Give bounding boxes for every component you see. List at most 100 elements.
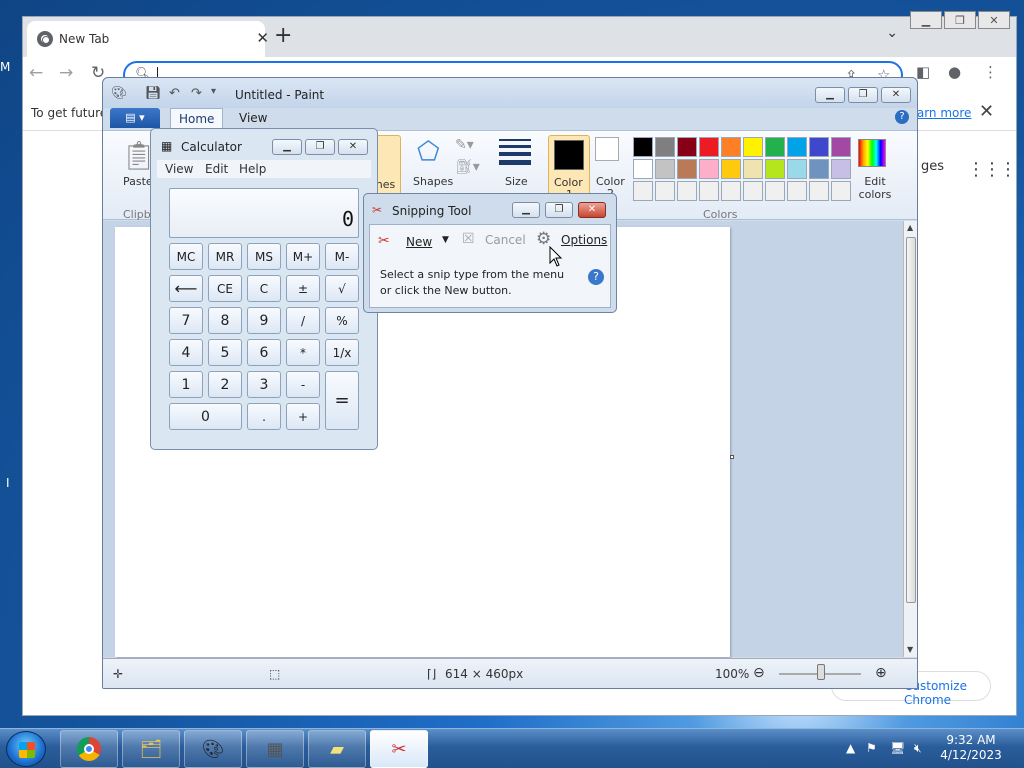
canvas-resize-handle[interactable] bbox=[730, 455, 734, 459]
calc-btn-decimal[interactable]: . bbox=[247, 403, 281, 430]
taskbar-paint-button[interactable]: 🎨︎ bbox=[184, 730, 242, 768]
back-arrow-icon[interactable]: ← bbox=[29, 63, 43, 83]
save-icon[interactable]: 💾︎ bbox=[145, 86, 162, 101]
taskbar-explorer-button[interactable]: 🗂︎ bbox=[122, 730, 180, 768]
paste-button[interactable]: Paste bbox=[123, 175, 153, 188]
palette-swatch[interactable] bbox=[831, 159, 851, 179]
new-tab-button[interactable]: + bbox=[274, 23, 292, 48]
fill-icon[interactable]: ⛽︎▾ bbox=[455, 159, 480, 175]
calc-close-icon[interactable]: ✕ bbox=[338, 139, 368, 155]
calc-btn-4[interactable]: 4 bbox=[169, 339, 203, 366]
palette-swatch[interactable] bbox=[633, 181, 653, 201]
calc-btn-percent[interactable]: % bbox=[325, 307, 359, 334]
palette-swatch[interactable] bbox=[721, 159, 741, 179]
paint-menu-button[interactable]: ▤ ▾ bbox=[110, 108, 160, 128]
network-icon[interactable]: 🖥︎ bbox=[890, 741, 905, 755]
snip-help-icon[interactable]: ? bbox=[588, 269, 604, 285]
undo-icon[interactable]: ↶ bbox=[169, 86, 180, 101]
vertical-scrollbar[interactable]: ▲ ▼ bbox=[903, 221, 917, 657]
calc-btn-equals[interactable]: = bbox=[325, 371, 359, 430]
snip-minimize-icon[interactable]: ▁ bbox=[512, 202, 540, 218]
paint-restore-icon[interactable]: ❐ bbox=[848, 87, 878, 103]
palette-swatch[interactable] bbox=[699, 159, 719, 179]
minimize-icon[interactable]: ▁ bbox=[910, 11, 942, 29]
infobar-close-icon[interactable]: ✕ bbox=[979, 101, 994, 122]
scrollbar-thumb[interactable] bbox=[906, 237, 916, 603]
palette-swatch[interactable] bbox=[699, 181, 719, 201]
calc-btn-mr[interactable]: MR bbox=[208, 243, 242, 270]
palette-swatch[interactable] bbox=[721, 181, 741, 201]
ntp-images-link-partial[interactable]: ges bbox=[921, 159, 944, 174]
snip-restore-icon[interactable]: ❐ bbox=[545, 202, 573, 218]
palette-swatch[interactable] bbox=[831, 137, 851, 157]
calc-btn-subtract[interactable]: - bbox=[286, 371, 320, 398]
calc-restore-icon[interactable]: ❐ bbox=[305, 139, 335, 155]
taskbar-chrome-button[interactable] bbox=[60, 730, 118, 768]
palette-swatch[interactable] bbox=[699, 137, 719, 157]
calc-btn-divide[interactable]: / bbox=[286, 307, 320, 334]
size-label[interactable]: Size bbox=[505, 175, 528, 188]
calc-btn-0[interactable]: 0 bbox=[169, 403, 242, 430]
edit-colors-icon[interactable] bbox=[858, 139, 886, 167]
calc-menu-view[interactable]: View bbox=[165, 162, 193, 176]
calc-btn-mplus[interactable]: M+ bbox=[286, 243, 320, 270]
palette-swatch[interactable] bbox=[809, 159, 829, 179]
calc-btn-1[interactable]: 1 bbox=[169, 371, 203, 398]
calc-btn-multiply[interactable]: * bbox=[286, 339, 320, 366]
taskbar-sticky-notes-button[interactable]: ▰ bbox=[308, 730, 366, 768]
calc-menu-help[interactable]: Help bbox=[239, 162, 266, 176]
system-clock[interactable]: 9:32 AM 4/12/2023 bbox=[940, 733, 1002, 763]
calc-btn-backspace[interactable]: ⟵ bbox=[169, 275, 203, 302]
options-button[interactable]: Options bbox=[561, 233, 607, 247]
tab-search-chevron-icon[interactable]: ⌄ bbox=[886, 25, 898, 41]
tab-view[interactable]: View bbox=[231, 108, 275, 130]
palette-swatch[interactable] bbox=[633, 159, 653, 179]
palette-swatch[interactable] bbox=[677, 181, 697, 201]
profile-avatar-icon[interactable]: ● bbox=[948, 63, 961, 81]
palette-swatch[interactable] bbox=[765, 181, 785, 201]
taskbar-snipping-tool-button[interactable]: ✂ bbox=[370, 730, 428, 768]
palette-swatch[interactable] bbox=[655, 159, 675, 179]
palette-swatch[interactable] bbox=[743, 181, 763, 201]
calc-btn-ce[interactable]: CE bbox=[208, 275, 242, 302]
calc-btn-5[interactable]: 5 bbox=[208, 339, 242, 366]
palette-swatch[interactable] bbox=[677, 159, 697, 179]
size-lines-icon[interactable] bbox=[499, 139, 531, 165]
restore-icon[interactable]: ❐ bbox=[944, 11, 976, 29]
palette-swatch[interactable] bbox=[787, 159, 807, 179]
calc-btn-mminus[interactable]: M- bbox=[325, 243, 359, 270]
close-icon[interactable]: ✕ bbox=[978, 11, 1010, 29]
palette-swatch[interactable] bbox=[765, 159, 785, 179]
redo-icon[interactable]: ↷ bbox=[191, 86, 202, 101]
snip-close-icon[interactable]: ✕ bbox=[578, 202, 606, 218]
close-tab-icon[interactable]: ✕ bbox=[256, 29, 269, 47]
calc-menu-edit[interactable]: Edit bbox=[205, 162, 228, 176]
palette-swatch[interactable] bbox=[721, 137, 741, 157]
calc-minimize-icon[interactable]: ▁ bbox=[272, 139, 302, 155]
start-button[interactable] bbox=[6, 731, 46, 767]
color2-swatch[interactable] bbox=[595, 137, 619, 161]
color1-button[interactable]: Color 1 bbox=[548, 135, 590, 201]
paint-minimize-icon[interactable]: ▁ bbox=[815, 87, 845, 103]
customize-quick-access-icon[interactable]: ▾ bbox=[211, 86, 216, 97]
calc-btn-c[interactable]: C bbox=[247, 275, 281, 302]
palette-swatch[interactable] bbox=[809, 137, 829, 157]
calc-btn-6[interactable]: 6 bbox=[247, 339, 281, 366]
action-center-flag-icon[interactable]: ⚑ bbox=[866, 741, 877, 755]
volume-muted-icon[interactable]: 🔇︎ bbox=[914, 741, 922, 756]
new-snip-button[interactable]: ✂ New ▼ bbox=[376, 229, 456, 251]
zoom-slider-thumb[interactable] bbox=[817, 664, 825, 680]
palette-swatch[interactable] bbox=[633, 137, 653, 157]
paint-help-icon[interactable]: ? bbox=[895, 110, 909, 124]
calc-btn-8[interactable]: 8 bbox=[208, 307, 242, 334]
chrome-menu-icon[interactable]: ⋮ bbox=[983, 63, 998, 81]
outline-icon[interactable]: ✎▾ bbox=[455, 137, 474, 153]
calc-btn-reciprocal[interactable]: 1/x bbox=[325, 339, 359, 366]
calc-btn-2[interactable]: 2 bbox=[208, 371, 242, 398]
calc-btn-3[interactable]: 3 bbox=[247, 371, 281, 398]
palette-swatch[interactable] bbox=[743, 137, 763, 157]
palette-swatch[interactable] bbox=[655, 137, 675, 157]
calc-btn-mc[interactable]: MC bbox=[169, 243, 203, 270]
taskbar-calculator-button[interactable]: ▦ bbox=[246, 730, 304, 768]
calc-btn-7[interactable]: 7 bbox=[169, 307, 203, 334]
